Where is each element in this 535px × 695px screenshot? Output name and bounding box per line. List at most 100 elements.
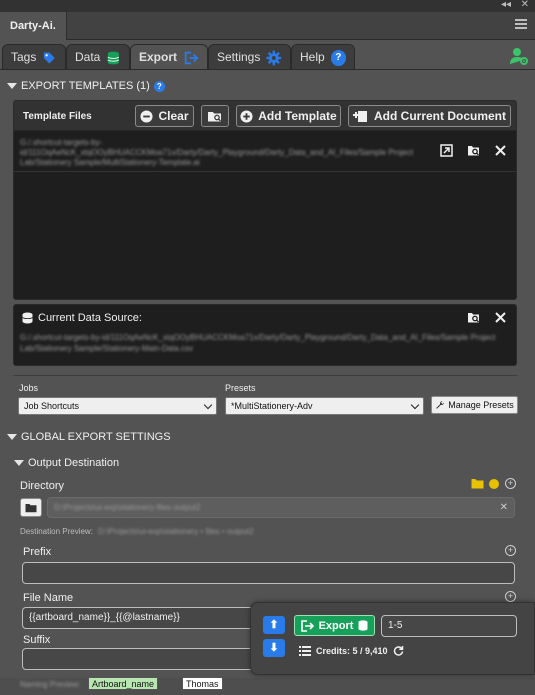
export-button[interactable]: Export <box>294 615 375 636</box>
output-destination-heading: Output Destination <box>28 457 120 469</box>
collapse-panel-icon[interactable]: ◂◂ <box>501 0 511 10</box>
reveal-data-source-icon[interactable] <box>467 311 481 324</box>
tab-bar: Tags Data Export Settings Help ? <box>0 42 535 70</box>
user-settings-icon[interactable] <box>509 46 529 66</box>
page-range-input[interactable]: 1-5 <box>381 615 517 637</box>
tab-help[interactable]: Help ? <box>291 44 355 70</box>
export-icon <box>300 619 314 632</box>
jobs-select[interactable]: Job Shortcuts <box>18 397 217 415</box>
directory-input[interactable]: D:\Projects\ui-exp\stationery-files-outp… <box>47 497 515 518</box>
naming-preview-chip: Artboard_name <box>88 677 159 690</box>
add-prefix-token-icon[interactable]: + <box>505 545 516 556</box>
add-current-document-label: Add Current Document <box>374 109 506 123</box>
collapse-triangle-icon <box>14 460 24 466</box>
export-icon <box>184 51 199 64</box>
directory-path: D:\Projects\ui-exp\stationery-files-outp… <box>54 503 201 512</box>
refresh-icon[interactable] <box>393 645 404 656</box>
tag-icon <box>44 52 56 63</box>
global-export-settings-header[interactable]: GLOBAL EXPORT SETTINGS <box>7 431 171 443</box>
remove-template-icon[interactable] <box>495 145 506 156</box>
jobs-select-value: Job Shortcuts <box>24 401 80 411</box>
collapse-triangle-icon <box>7 83 17 89</box>
panel-title-bar: Darty-Ai. <box>0 12 535 40</box>
suffix-label: Suffix <box>23 634 51 646</box>
add-filename-token-icon[interactable]: + <box>505 591 516 602</box>
panel-menu-icon[interactable] <box>515 19 527 29</box>
add-current-document-button[interactable]: Add Current Document <box>348 105 511 127</box>
export-templates-heading: EXPORT TEMPLATES (1) <box>21 80 150 92</box>
file-name-value: {{artboard_name}}_{{@lastname}} <box>29 612 180 623</box>
plus-circle-icon <box>240 109 253 123</box>
destination-preview: Destination Preview: D:\Projects\ui-exp\… <box>20 527 254 536</box>
chevron-down-icon <box>203 400 213 410</box>
divider <box>13 375 517 376</box>
data-source-panel: Current Data Source: G:/.shortcut-target… <box>13 304 517 366</box>
help-icon: ? <box>330 49 346 66</box>
add-document-icon <box>353 111 367 122</box>
close-panel-icon[interactable]: ✕ <box>521 0 529 10</box>
presets-label: Presets <box>225 383 256 393</box>
move-down-button[interactable]: ⬇ <box>263 639 285 657</box>
presets-select[interactable]: *MultiStationery-Adv <box>225 397 424 415</box>
open-folder-icon[interactable] <box>471 478 484 489</box>
add-template-button[interactable]: Add Template <box>236 105 341 127</box>
manage-presets-button[interactable]: Manage Presets <box>431 396 518 414</box>
remove-data-source-icon[interactable] <box>495 312 506 323</box>
list-icon <box>299 645 311 656</box>
clear-label: Clear <box>158 109 189 123</box>
naming-preview-chip: Thomas <box>182 677 223 690</box>
add-directory-icon[interactable]: + <box>505 478 516 489</box>
template-file-row[interactable]: G:/.shortcut-targets-by-id/111OqAeNcK_xt… <box>14 132 516 172</box>
templates-help-icon[interactable]: ? <box>153 80 165 92</box>
tab-tags[interactable]: Tags <box>2 44 66 70</box>
file-name-label: File Name <box>23 592 74 604</box>
move-up-button[interactable]: ⬆ <box>263 616 285 634</box>
chevron-down-icon <box>410 400 420 410</box>
browse-directory-button[interactable] <box>20 498 42 517</box>
data-source-label: Current Data Source: <box>38 312 142 324</box>
jobs-label: Jobs <box>19 383 39 393</box>
global-export-settings-heading: GLOBAL EXPORT SETTINGS <box>21 431 171 443</box>
clear-directory-icon[interactable]: ✕ <box>500 498 508 518</box>
destination-preview-value: D:\Projects\ui-exp\stationery • files • … <box>98 527 254 536</box>
database-icon <box>22 312 33 324</box>
database-icon <box>107 51 120 64</box>
collapse-triangle-icon <box>7 434 17 440</box>
folder-icon <box>25 503 37 512</box>
prefix-input[interactable] <box>22 562 515 584</box>
tab-data[interactable]: Data <box>66 44 130 70</box>
tab-tags-label: Tags <box>11 50 37 64</box>
tab-settings-label: Settings <box>217 50 261 64</box>
prefix-label: Prefix <box>23 546 52 558</box>
credits-text: Credits: 5 / 9,410 <box>316 645 388 656</box>
tab-divider <box>0 69 535 70</box>
template-files-toolbar: Template Files Clear Add Template Add Cu… <box>14 101 516 131</box>
tab-export[interactable]: Export <box>130 44 208 70</box>
template-files-panel: Template Files Clear Add Template Add Cu… <box>13 100 517 300</box>
open-folder-button[interactable] <box>201 105 229 127</box>
page-range-value: 1-5 <box>388 620 403 631</box>
wrench-icon <box>436 401 445 409</box>
add-template-label: Add Template <box>258 109 337 123</box>
folder-search-icon <box>208 112 221 122</box>
status-dot-icon <box>489 479 499 489</box>
minus-circle-icon <box>140 109 154 123</box>
panel-top-strip: ◂◂ ✕ <box>0 0 535 12</box>
export-label: Export <box>318 619 354 632</box>
manage-presets-label: Manage Presets <box>448 400 514 410</box>
export-action-panel: ⬆ ⬇ Export 1-5 Credits: 5 / 9,410 <box>250 602 535 675</box>
template-file-path: G:/.shortcut-targets-by-id/111OqAeNcK_xt… <box>20 138 414 167</box>
export-templates-header[interactable]: EXPORT TEMPLATES (1) ? <box>7 80 165 92</box>
open-external-icon[interactable] <box>440 144 453 157</box>
reveal-file-icon[interactable] <box>467 144 481 157</box>
destination-preview-label: Destination Preview: <box>20 527 93 536</box>
data-source-actions <box>467 311 506 324</box>
naming-preview-label: Naming Preview: <box>20 680 81 689</box>
output-destination-header[interactable]: Output Destination <box>14 457 119 469</box>
tab-settings[interactable]: Settings <box>208 44 291 70</box>
arrow-down-icon: ⬇ <box>269 642 279 654</box>
panel-title[interactable]: Darty-Ai. <box>0 12 67 40</box>
template-row-actions <box>440 144 506 157</box>
clear-templates-button[interactable]: Clear <box>135 105 194 127</box>
tab-data-label: Data <box>75 50 101 64</box>
